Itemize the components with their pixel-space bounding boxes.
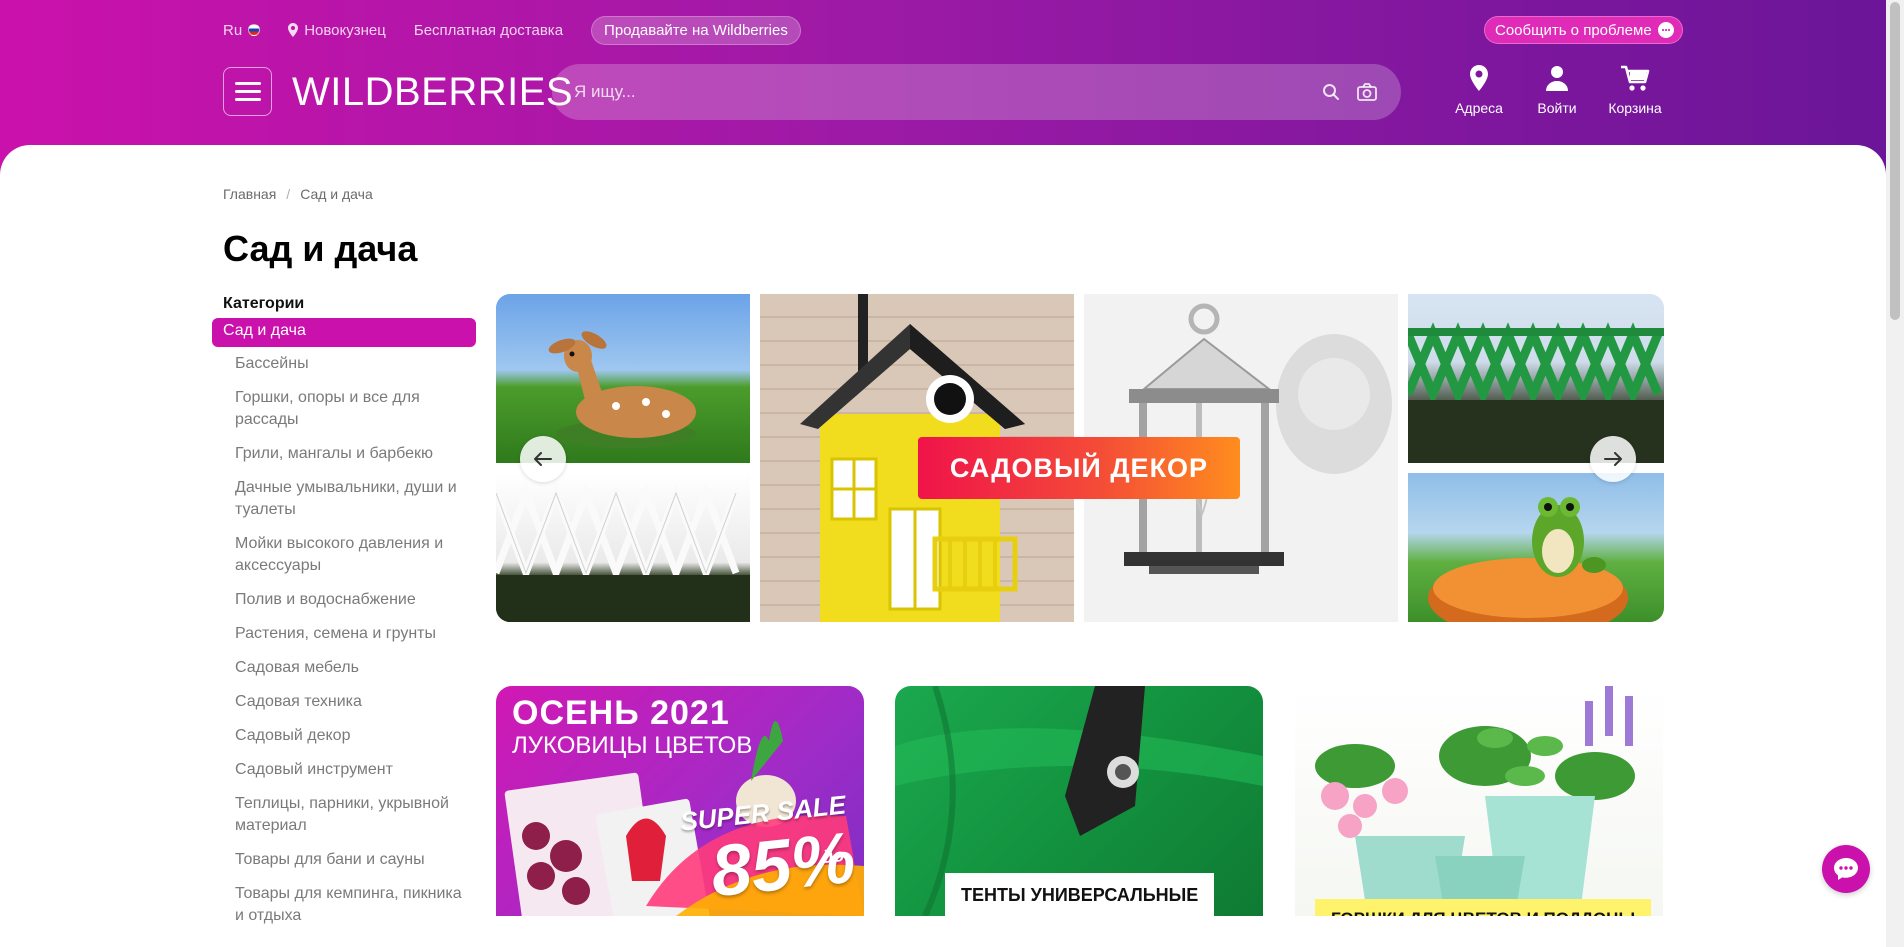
chat-support-button[interactable] [1822,845,1870,893]
language-label: Ru [223,21,243,39]
sidebar-item-furniture[interactable]: Садовая мебель [212,657,462,679]
white-fence-image [496,473,750,622]
language-selector[interactable]: Ru [223,21,261,39]
search-input[interactable] [574,82,1307,102]
page-title: Сад и дача [223,228,418,269]
carousel-prev-button[interactable] [520,436,566,482]
sidebar-item-plants[interactable]: Растения, семена и грунты [212,623,462,645]
cart-icon [1621,65,1650,91]
burger-line [234,82,261,85]
user-icon [1546,66,1568,91]
location-pin-icon [1470,65,1488,91]
city-label: Новокузнец [304,21,386,39]
sidebar-item-camping[interactable]: Товары для кемпинга, пикника и отдыха [212,883,462,927]
sidebar-item-tools[interactable]: Садовый инструмент [212,759,462,781]
addresses-button[interactable]: Адреса [1440,64,1518,116]
sidebar-item-sauna[interactable]: Товары для бани и сауны [212,849,462,871]
chat-icon [1834,858,1858,880]
main-content: Главная / Сад и дача Сад и дача Категори… [0,145,1886,947]
burger-line [234,90,261,93]
promo-flower-bulbs[interactable]: ОСЕНЬ 2021 ЛУКОВИЦЫ ЦВЕТОВ SUPER SALE 85… [496,686,864,916]
breadcrumb-home-link[interactable]: Главная [223,186,276,202]
arrow-right-icon [1604,452,1622,466]
category-sidebar: Категории Сад и дача Бассейны Горшки, оп… [212,295,476,939]
arrow-left-icon [534,452,552,466]
page-scrollbar[interactable] [1886,0,1904,947]
cart-button[interactable]: Корзина [1596,64,1674,116]
promo-tents[interactable]: ТЕНТЫ УНИВЕРСАЛЬНЫЕ [895,686,1263,916]
flower-pots-image [1315,686,1635,916]
sidebar-item-active[interactable]: Сад и дача [212,318,476,347]
carousel-next-button[interactable] [1590,436,1636,482]
sidebar-item-watering[interactable]: Полив и водоснабжение [212,589,462,611]
russia-flag-icon [248,24,261,36]
promo-discount-prefix: до [820,844,846,868]
location-pin-icon [288,23,299,37]
banner-carousel[interactable]: САДОВЫЙ ДЕКОР [496,294,1664,622]
header-nav: Адреса Войти Корзина [1440,64,1674,116]
sidebar-item-grills[interactable]: Грили, мангалы и барбекю [212,443,462,465]
free-delivery-link[interactable]: Бесплатная доставка [414,22,563,39]
free-delivery-label: Бесплатная доставка [413,21,564,39]
burger-line [234,98,261,101]
sidebar-item-pools[interactable]: Бассейны [212,353,462,375]
login-label: Войти [1537,100,1577,116]
city-selector[interactable]: Новокузнец [288,22,386,39]
scrollbar-thumb[interactable] [1890,2,1900,320]
breadcrumb-current-link[interactable]: Сад и дача [300,186,373,202]
logo[interactable]: WILDBERRIES [292,70,573,114]
promo-tents-label: ТЕНТЫ УНИВЕРСАЛЬНЫЕ [945,873,1215,916]
report-problem-label: Сообщить о проблеме [1495,21,1652,39]
cart-label: Корзина [1608,100,1662,116]
sidebar-item-greenhouses[interactable]: Теплицы, парники, укрывной материал [212,793,462,837]
menu-button[interactable] [223,67,272,116]
sidebar-item-pressure-washers[interactable]: Мойки высокого давления и аксессуары [212,533,462,577]
sidebar-heading: Категории [223,295,305,312]
login-button[interactable]: Войти [1518,64,1596,116]
chat-icon [1657,22,1674,38]
promo-pots-label: ГОРШКИ ДЛЯ ЦВЕТОВ И ПОДДОНЫ [1315,899,1652,916]
promo-pots[interactable]: ГОРШКИ ДЛЯ ЦВЕТОВ И ПОДДОНЫ [1295,686,1663,916]
search-bar [552,64,1401,120]
addresses-label: Адреса [1455,100,1503,116]
search-icon[interactable] [1319,80,1343,104]
sell-on-wildberries-button[interactable]: Продавайте на Wildberries [591,15,801,45]
sidebar-item-washbasins[interactable]: Дачные умывальники, души и туалеты [212,477,462,521]
breadcrumb: Главная / Сад и дача [223,186,373,202]
sidebar-item-decor[interactable]: Садовый декор [212,725,462,747]
top-links: Ru Новокузнец Бесплатная доставка Продав… [223,15,801,45]
header: Ru Новокузнец Бесплатная доставка Продав… [0,0,1904,146]
report-problem-button[interactable]: Сообщить о проблеме [1484,16,1683,44]
green-fence-image [1408,294,1664,463]
frog-figurine-image [1408,473,1664,622]
carousel-banner-title: САДОВЫЙ ДЕКОР [918,437,1240,499]
sidebar-item-machinery[interactable]: Садовая техника [212,691,462,713]
sidebar-item-pots[interactable]: Горшки, опоры и все для рассады [212,387,462,431]
camera-icon[interactable] [1355,80,1379,104]
breadcrumb-separator: / [286,186,291,202]
